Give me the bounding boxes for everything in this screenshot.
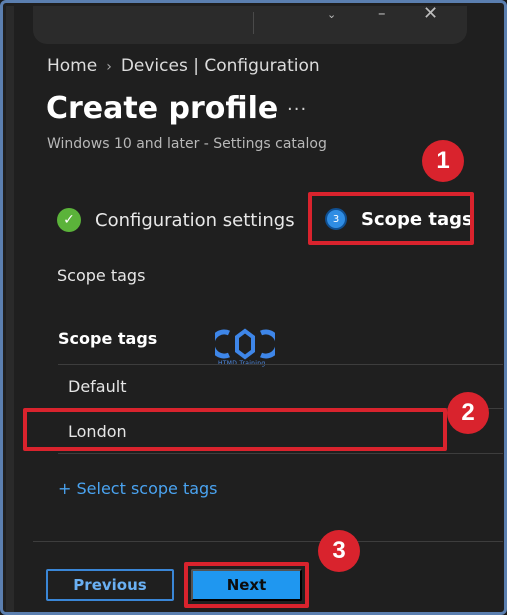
- annotation-badge-1: 1: [422, 140, 464, 182]
- more-options-icon[interactable]: ···: [287, 99, 307, 120]
- breadcrumb: Home › Devices | Configuration: [47, 56, 320, 76]
- breadcrumb-devices-configuration[interactable]: Devices | Configuration: [121, 56, 320, 76]
- minimize-icon[interactable]: –: [378, 4, 386, 22]
- breadcrumb-home[interactable]: Home: [47, 56, 97, 76]
- annotation-box-london-row: [23, 408, 447, 451]
- app-frame: ⌄ – ✕ Home › Devices | Configuration Creat…: [0, 0, 507, 615]
- checkmark-icon: ✓: [57, 208, 81, 232]
- close-icon[interactable]: ✕: [423, 3, 438, 24]
- footer-divider: [33, 541, 503, 542]
- left-edge: [6, 6, 14, 612]
- breadcrumb-separator: ›: [106, 59, 112, 75]
- row-divider: [58, 364, 503, 365]
- step-configuration-settings[interactable]: ✓ Configuration settings: [57, 208, 295, 232]
- annotation-box-scope-tags-step: [308, 192, 474, 245]
- title-bar-divider: [253, 12, 254, 34]
- annotation-badge-3: 3: [318, 530, 360, 572]
- table-header: Scope tags: [58, 329, 158, 348]
- row-divider: [58, 453, 503, 454]
- page-title: Create profile: [46, 91, 279, 126]
- chevron-down-icon[interactable]: ⌄: [327, 8, 336, 21]
- select-scope-tags-link[interactable]: + Select scope tags: [58, 479, 218, 498]
- annotation-badge-2: 2: [447, 392, 489, 434]
- annotation-box-next-button: [184, 562, 309, 608]
- page-subtitle: Windows 10 and later - Settings catalog: [47, 136, 327, 152]
- title-bar: ⌄ – ✕: [33, 3, 467, 44]
- step-label: Configuration settings: [95, 209, 295, 231]
- section-heading: Scope tags: [57, 266, 146, 285]
- table-row-default[interactable]: Default: [68, 377, 126, 396]
- previous-button[interactable]: Previous: [46, 569, 174, 601]
